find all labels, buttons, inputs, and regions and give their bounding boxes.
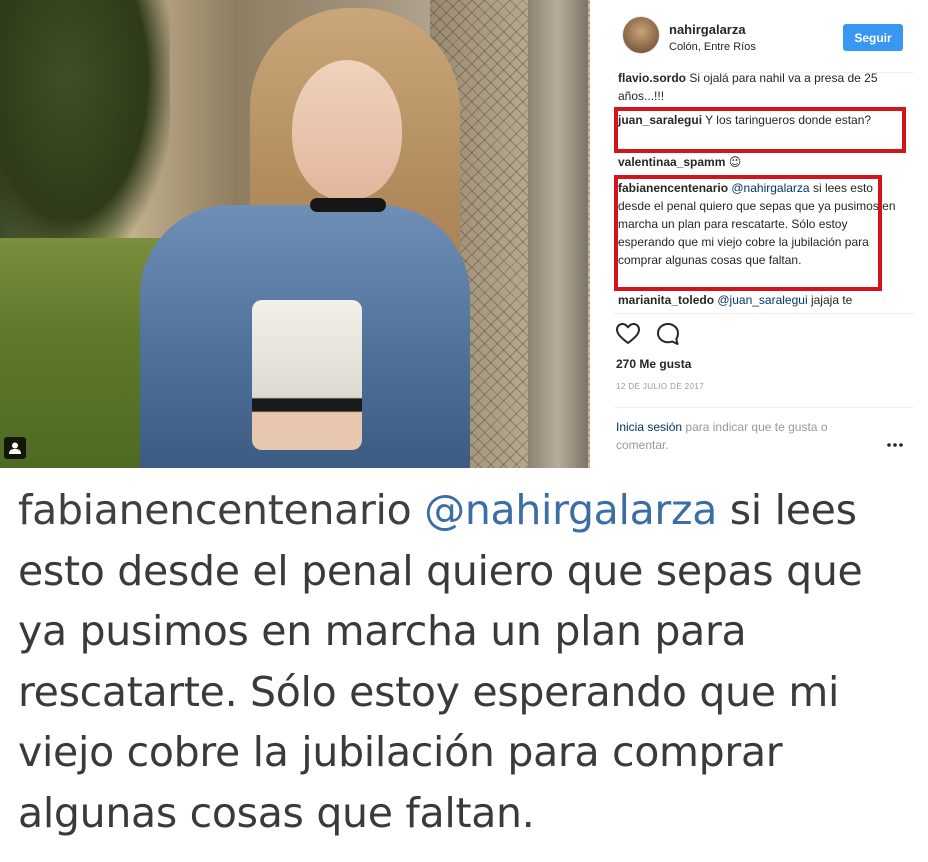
post-photo [0,0,590,468]
zoomed-comment-author: fabianencentenario [18,486,412,534]
likes-count[interactable]: 270 Me gusta [616,357,691,371]
comments-list[interactable]: flavio.sordo Si ojalá para nahil va a pr… [614,73,914,313]
follow-button[interactable]: Seguir [843,24,903,51]
zoomed-comment-text: fabianencentenario @nahirgalarza si lees… [18,480,918,843]
avatar[interactable] [622,16,660,54]
photo-person-face [292,60,402,200]
photo-trees [0,0,170,260]
highlight-box [614,175,882,291]
comment-author[interactable]: valentinaa_spamm [618,155,725,169]
comment-item: valentinaa_spamm 😉 [614,153,906,171]
post-sidebar: nahirgalarza Colón, Entre Ríos Seguir fl… [600,0,928,468]
comment-author[interactable]: marianita_toledo [618,293,714,307]
comment-text: jajaja te [810,293,853,307]
comment-mention[interactable]: @juan_saralegui [717,293,807,307]
photo-person-choker [310,198,386,212]
zoomed-comment-mention: @nahirgalarza [424,486,718,534]
login-link[interactable]: Inicia sesión [616,420,682,434]
speech-bubble-icon[interactable] [654,320,682,348]
ellipsis-icon[interactable] [886,436,904,447]
comment-item: flavio.sordo Si ojalá para nahil va a pr… [614,73,906,105]
zoomed-comment: fabianencentenario @nahirgalarza si lees… [0,468,928,862]
zoomed-comment-body: si lees esto desde el penal quiero que s… [18,486,863,837]
photo-person-top [252,300,362,450]
photo-concrete-post [528,0,588,468]
login-divider [614,407,914,408]
post-header: nahirgalarza Colón, Entre Ríos Seguir [622,14,912,64]
comments-divider [614,313,914,314]
post-date: 12 DE JULIO DE 2017 [616,382,705,391]
post-username[interactable]: nahirgalarza [669,22,746,37]
highlight-box [614,107,906,153]
heart-icon[interactable] [614,320,642,348]
login-prompt: Inicia sesión para indicar que te gusta … [616,418,876,454]
comment-text: 😉 [728,155,742,169]
comment-author[interactable]: flavio.sordo [618,73,686,85]
post-location[interactable]: Colón, Entre Ríos [669,41,756,53]
comment-item: marianita_toledo @juan_saralegui jajaja … [614,291,906,309]
post-actions [614,320,714,350]
user-tag-icon[interactable] [4,437,26,459]
